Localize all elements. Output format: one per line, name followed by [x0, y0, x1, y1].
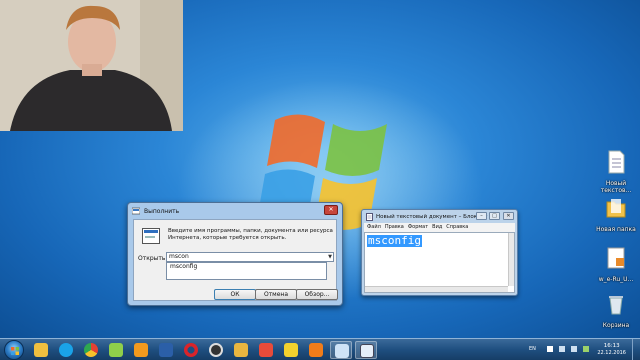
network-icon[interactable] — [559, 346, 565, 352]
taskbar-app-explorer[interactable] — [30, 341, 52, 359]
close-icon: ✕ — [328, 206, 334, 213]
flag-icon[interactable] — [547, 346, 553, 352]
taskbar: EN 16:13 22.12.2016 — [0, 338, 640, 360]
notepad-icon — [335, 344, 349, 358]
system-tray: EN 16:13 22.12.2016 — [525, 339, 640, 360]
horizontal-scrollbar[interactable] — [365, 286, 508, 292]
autocomplete-suggestion[interactable]: msconfig — [166, 262, 327, 280]
taskbar-app-media[interactable] — [280, 341, 302, 359]
maximize-button[interactable]: □ — [489, 212, 500, 220]
start-button[interactable] — [4, 340, 24, 360]
desktop-icon-text-document[interactable]: Новый текстов... — [594, 150, 638, 194]
run-dialog-description: Введите имя программы, папки, документа … — [168, 228, 333, 241]
language-indicator[interactable]: EN — [529, 346, 536, 352]
open-label: Открыть: — [138, 255, 168, 262]
recycle-bin-icon — [609, 296, 623, 315]
notepad-window: Новый текстовый документ – Блокнот – □ ✕… — [361, 209, 518, 296]
suggestion-item[interactable]: msconfig — [170, 263, 197, 270]
taskbar-app-skype[interactable] — [55, 341, 77, 359]
desktop-icon-installer[interactable]: w_e-Ru_U... — [594, 246, 638, 283]
maximize-icon: □ — [492, 213, 497, 219]
notepad-editor[interactable]: msconfig — [364, 232, 515, 293]
desktop-icon-new-folder[interactable]: Новая папка — [594, 196, 638, 233]
taskbar-app-ok[interactable] — [130, 341, 152, 359]
close-button[interactable]: ✕ — [503, 212, 514, 220]
taskbar-app-obs[interactable] — [205, 341, 227, 359]
desktop-icon-label: w_e-Ru_U... — [598, 276, 634, 283]
menu-view[interactable]: Вид — [432, 223, 442, 232]
volume-icon[interactable] — [571, 346, 577, 352]
logo-red-pane — [267, 114, 325, 168]
notepad-icon — [366, 212, 373, 221]
notepad-plus-icon — [109, 343, 123, 357]
close-button[interactable]: ✕ — [324, 205, 338, 215]
cancel-button[interactable]: Отмена — [255, 289, 297, 300]
run-program-icon — [142, 228, 160, 244]
run-command-input[interactable]: mscon ▼ — [166, 252, 334, 262]
run-dialog-title: Выполнить — [144, 207, 180, 215]
word-icon — [159, 343, 173, 357]
clock-date: 22.12.2016 — [597, 350, 626, 356]
opera-icon — [184, 343, 198, 357]
show-desktop-button[interactable] — [632, 339, 640, 360]
menu-edit[interactable]: Правка — [385, 223, 404, 232]
logo-green-pane — [325, 124, 387, 176]
skype-icon — [59, 343, 73, 357]
minimize-button[interactable]: – — [476, 212, 487, 220]
desktop-icon-label: Новый — [605, 180, 627, 187]
close-icon: ✕ — [506, 213, 511, 219]
run-icon — [360, 344, 374, 358]
run-dialog-body: Введите имя программы, папки, документа … — [133, 219, 338, 301]
webcam-overlay — [0, 0, 183, 131]
ok-icon — [134, 343, 148, 357]
run-icon — [132, 207, 140, 215]
taskbar-app-chrome[interactable] — [80, 341, 102, 359]
browse-button[interactable]: Обзор... — [296, 289, 338, 300]
desktop: Новый текстов... Новая папка w_e-Ru_U... … — [0, 0, 640, 338]
desktop-icon-recycle-bin[interactable]: Корзина — [594, 292, 638, 329]
desktop-icon-label: Корзина — [602, 322, 630, 329]
explorer-icon — [34, 343, 48, 357]
selected-text[interactable]: msconfig — [367, 235, 422, 247]
taskbar-app-notepad-plus[interactable] — [105, 341, 127, 359]
run-dialog-titlebar[interactable]: Выполнить — [128, 203, 342, 219]
menu-help[interactable]: Справка — [446, 223, 468, 232]
desktop-icon-label: Новая папка — [596, 226, 636, 233]
folder-icon — [234, 343, 248, 357]
clock[interactable]: 16:13 22.12.2016 — [597, 343, 626, 357]
chrome-icon — [84, 343, 98, 357]
app-icon — [259, 343, 273, 357]
taskbar-app-notepad[interactable] — [330, 341, 352, 359]
vlc-icon — [309, 343, 323, 357]
taskbar-app-generic[interactable] — [255, 341, 277, 359]
taskbar-app-opera[interactable] — [180, 341, 202, 359]
obs-icon — [209, 343, 223, 357]
text-document-icon — [608, 150, 625, 174]
vertical-scrollbar[interactable] — [508, 233, 514, 286]
taskbar-app-vlc[interactable] — [305, 341, 327, 359]
menu-file[interactable]: Файл — [367, 223, 381, 232]
notepad-menubar: Файл Правка Формат Вид Справка — [364, 223, 515, 232]
ok-button[interactable]: ОК — [214, 289, 256, 300]
clock-time: 16:13 — [603, 343, 620, 349]
minimize-icon: – — [480, 213, 483, 219]
run-input-value: mscon — [169, 253, 189, 260]
taskbar-app-run[interactable] — [355, 341, 377, 359]
chevron-down-icon[interactable]: ▼ — [328, 253, 332, 261]
taskbar-app-folder[interactable] — [230, 341, 252, 359]
windows-start-icon — [11, 347, 19, 355]
webcam-person — [0, 0, 183, 131]
notepad-title: Новый текстовый документ – Блокнот — [376, 213, 488, 220]
menu-format[interactable]: Формат — [408, 223, 428, 232]
tray-app-icon[interactable] — [583, 346, 589, 352]
media-icon — [284, 343, 298, 357]
folder-icon — [606, 199, 626, 218]
desktop-icon-label: текстов... — [600, 187, 632, 194]
taskbar-app-word[interactable] — [155, 341, 177, 359]
run-dialog: Выполнить ✕ Введите имя программы, папки… — [127, 202, 343, 306]
installer-icon — [607, 247, 625, 269]
